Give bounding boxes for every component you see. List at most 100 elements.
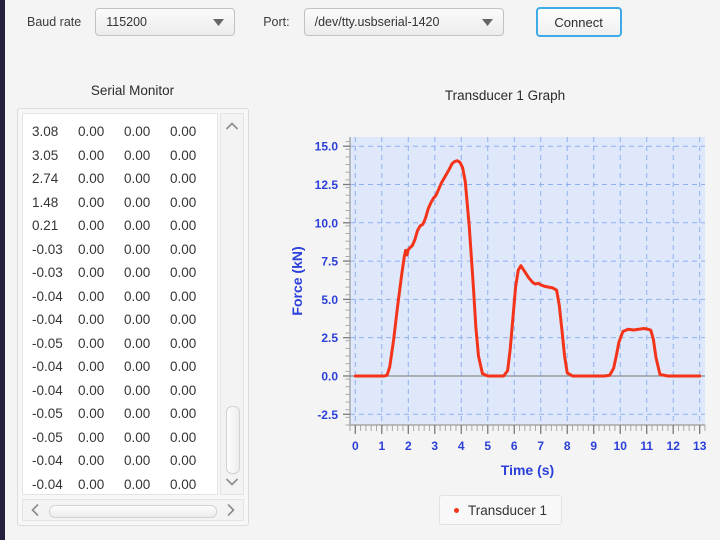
serial-monitor-cell: 0.00 [167,430,213,445]
serial-monitor-vertical-scrollbar[interactable] [220,113,244,495]
serial-monitor-row: 2.740.000.000.00 [29,167,213,191]
serial-monitor-cell: -0.04 [29,359,75,374]
y-axis-tick-label: 15.0 [315,140,339,154]
baud-rate-value: 115200 [106,15,147,29]
serial-monitor-panel: 3.080.000.000.003.050.000.000.002.740.00… [17,108,249,526]
x-axis-tick-label: 5 [484,439,491,453]
serial-monitor-cell: 0.00 [121,171,167,186]
chart-legend[interactable]: Transducer 1 [439,495,562,525]
baud-rate-label: Baud rate [27,15,81,29]
serial-monitor-cell: 0.00 [75,406,121,421]
legend-label: Transducer 1 [468,503,547,518]
serial-monitor-cell: 0.00 [121,477,167,492]
serial-monitor-cell: -0.04 [29,453,75,468]
serial-monitor-row: 3.050.000.000.00 [29,144,213,168]
serial-monitor-cell: 0.00 [75,171,121,186]
baud-rate-select[interactable]: 115200 [95,8,235,36]
serial-monitor-cell: 0.00 [167,289,213,304]
port-value: /dev/tty.usbserial-1420 [315,15,440,29]
serial-monitor-cell: 0.00 [167,453,213,468]
chevron-down-icon [464,19,493,26]
serial-monitor-output[interactable]: 3.080.000.000.003.050.000.000.002.740.00… [22,113,218,495]
x-axis-tick-label: 7 [537,439,544,453]
serial-monitor-cell: 0.00 [75,453,121,468]
scroll-thumb-horizontal[interactable] [49,505,217,518]
y-axis-tick-label: 7.5 [321,255,338,269]
x-axis-label: Time (s) [501,462,554,478]
x-axis-tick-label: 12 [667,439,681,453]
serial-monitor-row: 3.080.000.000.00 [29,120,213,144]
connect-button[interactable]: Connect [536,7,622,37]
serial-monitor-title: Serial Monitor [15,83,250,98]
serial-monitor-cell: 0.00 [121,124,167,139]
serial-monitor-cell: 0.00 [75,359,121,374]
serial-monitor-cell: 0.00 [121,265,167,280]
port-label: Port: [263,15,289,29]
toolbar: Baud rate 115200 Port: /dev/tty.usbseria… [5,0,720,44]
serial-monitor-cell: 0.00 [121,312,167,327]
serial-monitor-cell: 0.00 [167,148,213,163]
serial-monitor-cell: -0.03 [29,265,75,280]
serial-monitor-cell: 0.00 [121,195,167,210]
serial-monitor-cell: 0.00 [121,148,167,163]
plot-background [350,137,705,425]
serial-monitor-cell: 0.00 [121,430,167,445]
serial-monitor-row: -0.040.000.000.00 [29,379,213,403]
serial-monitor-cell: -0.04 [29,289,75,304]
serial-monitor-cell: 0.00 [75,265,121,280]
serial-monitor-cell: 0.00 [167,218,213,233]
serial-monitor-cell: 0.00 [75,148,121,163]
serial-monitor-cell: 0.00 [167,406,213,421]
serial-monitor-row: -0.040.000.000.00 [29,308,213,332]
serial-monitor-cell: 0.00 [121,453,167,468]
serial-monitor-cell: 0.21 [29,218,75,233]
app-window: Baud rate 115200 Port: /dev/tty.usbseria… [0,0,720,540]
serial-monitor-row: -0.040.000.000.00 [29,355,213,379]
scroll-right-icon[interactable] [221,500,241,520]
serial-monitor-cell: 0.00 [75,195,121,210]
serial-monitor-horizontal-scrollbar[interactable] [22,499,244,521]
scroll-thumb-vertical[interactable] [226,406,240,474]
serial-monitor-cell: 0.00 [75,430,121,445]
serial-monitor-cell: 0.00 [75,336,121,351]
serial-monitor-cell: 0.00 [167,383,213,398]
serial-monitor-cell: 0.00 [167,195,213,210]
y-axis-tick-label: 12.5 [315,178,339,192]
serial-monitor-cell: 0.00 [167,265,213,280]
serial-monitor-cell: -0.05 [29,406,75,421]
serial-monitor-row: 0.210.000.000.00 [29,214,213,238]
serial-monitor-cell: 0.00 [75,383,121,398]
port-select[interactable]: /dev/tty.usbserial-1420 [304,8,504,36]
scroll-left-icon[interactable] [25,500,45,520]
transducer-graph-svg: -2.50.02.55.07.510.012.515.0012345678910… [280,110,720,490]
serial-monitor-cell: -0.04 [29,477,75,492]
serial-monitor-cell: 0.00 [75,312,121,327]
serial-monitor-cell: -0.05 [29,430,75,445]
serial-monitor-cell: 3.08 [29,124,75,139]
serial-monitor-cell: 0.00 [167,242,213,257]
scroll-down-icon[interactable] [221,472,243,492]
serial-monitor-cell: 0.00 [121,242,167,257]
serial-monitor-cell: 0.00 [75,477,121,492]
serial-monitor-cell: 0.00 [75,124,121,139]
serial-monitor-row: 1.480.000.000.00 [29,191,213,215]
serial-monitor-cell: 0.00 [167,312,213,327]
y-axis-label: Force (kN) [289,246,305,315]
serial-monitor-cell: 0.00 [121,406,167,421]
x-axis-tick-label: 13 [693,439,707,453]
serial-monitor-cell: 0.00 [75,242,121,257]
x-axis-tick-label: 10 [614,439,628,453]
serial-monitor-cell: 0.00 [121,336,167,351]
serial-monitor-cell: -0.05 [29,336,75,351]
serial-monitor-row: -0.040.000.000.00 [29,473,213,496]
serial-monitor-cell: 0.00 [121,359,167,374]
x-axis-tick-label: 6 [511,439,518,453]
x-axis-tick-label: 9 [590,439,597,453]
scroll-up-icon[interactable] [221,116,243,136]
serial-monitor-cell: 0.00 [75,289,121,304]
serial-monitor-row: -0.050.000.000.00 [29,402,213,426]
serial-monitor-row: -0.040.000.000.00 [29,449,213,473]
x-axis-tick-label: 3 [431,439,438,453]
legend-marker-icon [454,508,459,513]
graph-title: Transducer 1 Graph [305,88,705,103]
